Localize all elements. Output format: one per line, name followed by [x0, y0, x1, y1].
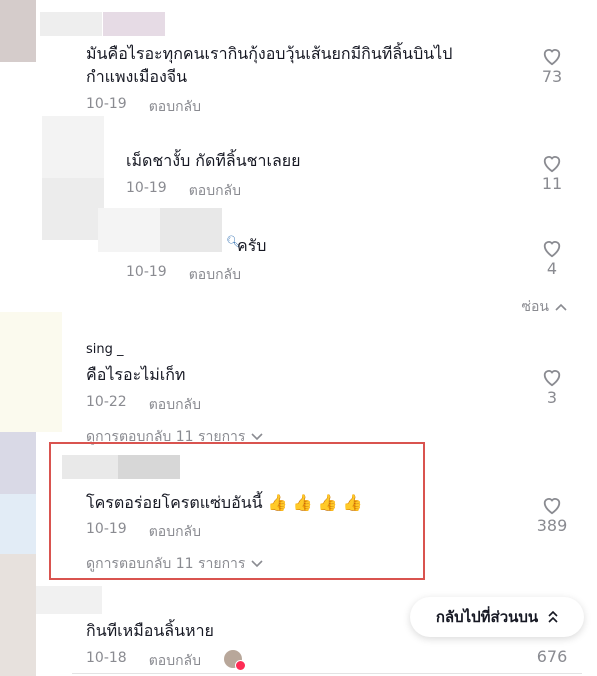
reply-button[interactable]: ตอบกลับ	[149, 650, 201, 672]
chevron-down-icon	[251, 433, 264, 441]
double-chevron-up-icon	[548, 611, 558, 623]
back-to-top-button[interactable]: กลับไปที่ส่วนบน	[410, 597, 584, 637]
comment-username[interactable]: sing _	[86, 342, 124, 357]
like-button[interactable]: 3	[532, 367, 572, 407]
comment-meta: 10-22 ตอบกลับ	[86, 394, 201, 416]
reply-button[interactable]: ตอบกลับ	[149, 96, 201, 118]
hide-label: ซ่อน	[521, 299, 549, 315]
avatar[interactable]	[0, 494, 36, 554]
back-to-top-label: กลับไปที่ส่วนบน	[435, 608, 539, 626]
comment-date: 10-19	[126, 180, 167, 196]
comment-meta: 10-19 ตอบกลับ	[86, 96, 201, 118]
comment-text: โครตอร่อยโครตแซ่บอันนี้ 👍 👍 👍 👍	[86, 493, 363, 512]
avatar[interactable]	[42, 178, 104, 240]
comment-text: เม็ดชางั้บ กัดทีลิ้นชาเลยย	[126, 151, 301, 170]
heart-icon	[543, 156, 561, 173]
comment-text: กำแพงเมืองจีน	[86, 67, 188, 86]
comment-meta: 10-18 ตอบกลับ	[86, 650, 201, 672]
comment-text: กินทีเหมือนลิ้นหาย	[86, 621, 214, 640]
divider	[72, 673, 582, 674]
reply-button[interactable]: ตอบกลับ	[189, 264, 241, 286]
comment-meta: 10-19 ตอบกลับ	[126, 264, 241, 286]
comment-date: 10-19	[126, 264, 167, 280]
reply-button[interactable]: ตอบกลับ	[189, 180, 241, 202]
like-count: 73	[541, 67, 563, 86]
avatar[interactable]	[0, 312, 62, 432]
chevron-up-icon	[555, 303, 567, 311]
avatar[interactable]	[0, 554, 36, 676]
creator-liked-avatar	[224, 650, 246, 671]
comment-text: ครับ	[237, 236, 267, 255]
comment-date: 10-19	[86, 521, 127, 537]
username-redacted	[36, 586, 102, 614]
comment-text: มันคือไรอะทุกคนเรากินกุ้งอบวุ้นเส้นยกมีก…	[86, 44, 453, 63]
like-button[interactable]: 73	[532, 46, 572, 86]
hide-replies-button[interactable]: ซ่อน	[522, 296, 567, 318]
comment-date: 10-18	[86, 650, 127, 666]
like-button[interactable]: 11	[532, 153, 572, 193]
reply-button[interactable]: ตอบกลับ	[149, 521, 201, 543]
like-button[interactable]: 389	[532, 495, 572, 535]
heart-icon	[543, 241, 561, 258]
username-redacted	[160, 208, 222, 252]
like-count: 3	[546, 388, 558, 407]
comment-date: 10-22	[86, 394, 127, 410]
like-count: 676	[536, 647, 568, 666]
reply-button[interactable]: ตอบกลับ	[149, 394, 201, 416]
avatar[interactable]	[0, 432, 36, 494]
heart-icon	[543, 370, 561, 387]
avatar[interactable]	[98, 208, 160, 252]
heart-icon	[543, 498, 561, 515]
heart-icon	[543, 49, 561, 66]
view-replies-button[interactable]: ดูการตอบกลับ 11 รายการ	[86, 553, 264, 575]
username-redacted	[103, 12, 165, 36]
like-count: 11	[541, 174, 563, 193]
comment-date: 10-19	[86, 96, 127, 112]
comment-meta: 10-19 ตอบกลับ	[126, 180, 241, 202]
avatar[interactable]	[0, 0, 36, 62]
avatar[interactable]	[42, 116, 104, 178]
comment-meta: 10-19 ตอบกลับ	[86, 521, 201, 543]
like-button[interactable]: 4	[532, 238, 572, 278]
view-replies-label: ดูการตอบกลับ 11 รายการ	[86, 556, 246, 572]
like-count: 389	[536, 516, 568, 535]
comment-text: คือไรอะไม่เก็ท	[86, 365, 186, 384]
chevron-down-icon	[251, 560, 264, 568]
username-redacted	[40, 12, 102, 36]
like-count: 4	[546, 259, 558, 278]
like-button[interactable]: 676	[532, 646, 572, 666]
heart-badge-icon	[235, 660, 246, 671]
